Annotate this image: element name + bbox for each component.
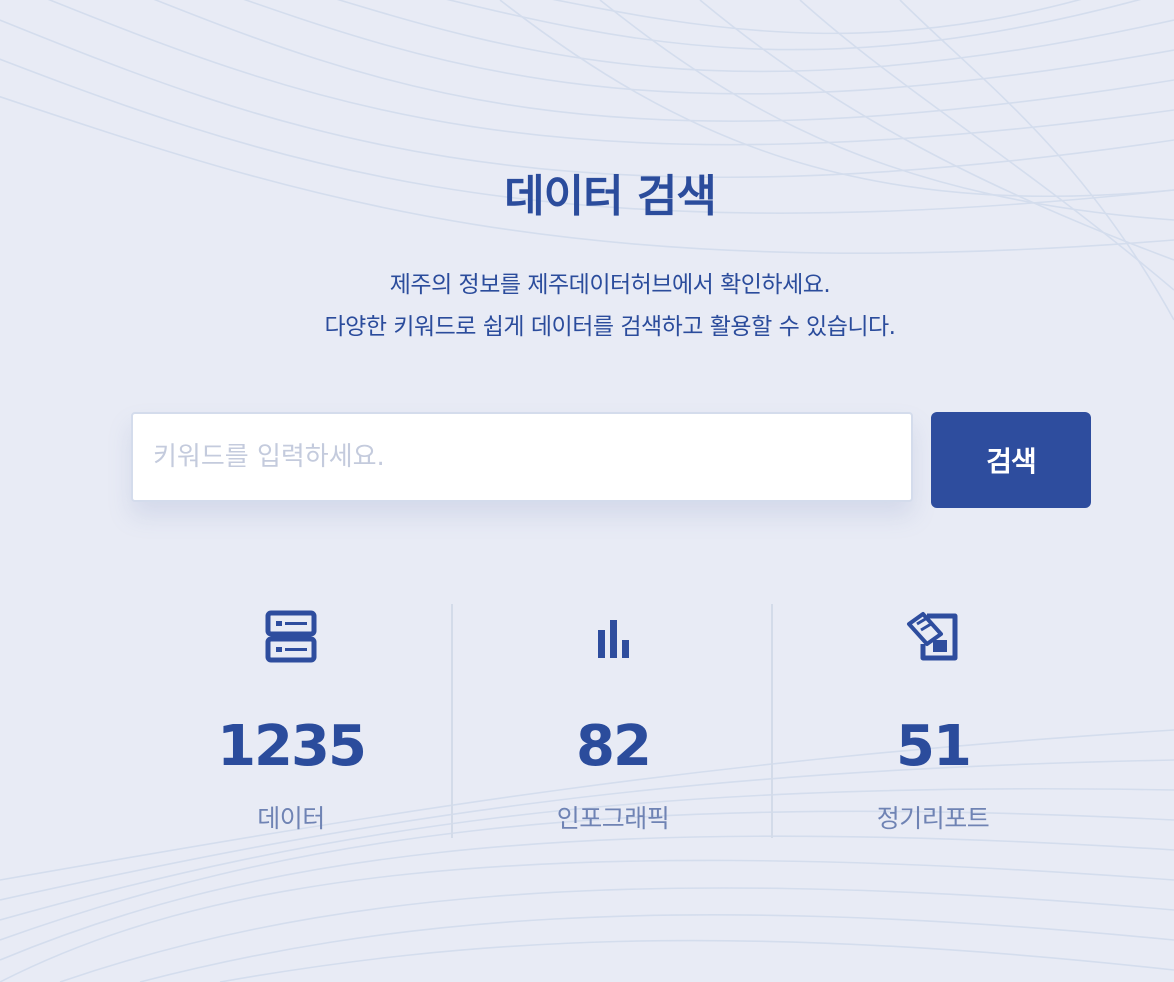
server-icon [263, 608, 319, 664]
page-title: 데이터 검색 [504, 171, 717, 222]
search-input[interactable] [131, 412, 913, 502]
description-line-2: 다양한 키워드로 쉽게 데이터를 검색하고 활용할 수 있습니다. [324, 314, 897, 340]
stat-value-data: 1235 [217, 714, 367, 779]
report-icon [905, 608, 961, 664]
stat-data[interactable]: 1235 데이터 [131, 604, 451, 838]
stat-label-data: 데이터 [257, 804, 325, 833]
bar-chart-icon [585, 608, 641, 664]
search-section: 데이터 검색 제주의 정보를 제주데이터허브에서 확인하세요. 다양한 키워드로… [0, 0, 1174, 982]
stat-label-infographic: 인포그래픽 [556, 804, 670, 833]
stat-value-report: 51 [896, 714, 972, 779]
page-description: 제주의 정보를 제주데이터허브에서 확인하세요. 다양한 키워드로 쉽게 데이터… [0, 264, 1174, 348]
stat-label-report: 정기리포트 [876, 804, 990, 833]
stat-infographic[interactable]: 82 인포그래픽 [451, 604, 773, 838]
stat-value-infographic: 82 [576, 714, 652, 779]
stat-report[interactable]: 51 정기리포트 [771, 604, 1093, 838]
search-button[interactable]: 검색 [931, 412, 1091, 508]
description-line-1: 제주의 정보를 제주데이터허브에서 확인하세요. [389, 272, 831, 298]
